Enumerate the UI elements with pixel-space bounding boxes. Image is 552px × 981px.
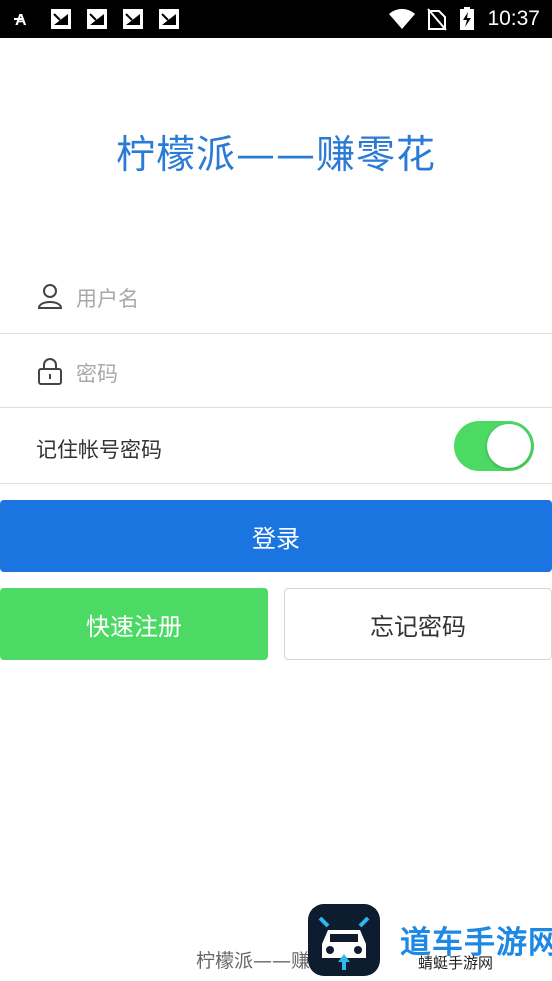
username-field[interactable]: 用户名 — [0, 260, 552, 334]
status-time: 10:37 — [487, 7, 540, 30]
login-button[interactable]: 登录 — [0, 500, 552, 572]
svg-text:A: A — [15, 12, 27, 29]
status-left: A — [14, 8, 194, 30]
notification-app-icon — [51, 9, 71, 29]
wifi-icon — [389, 8, 416, 29]
status-bar: A 10:37 — [0, 0, 552, 38]
app-title: 柠檬派——赚零花 — [115, 133, 436, 178]
forgot-password-button[interactable]: 忘记密码 — [284, 588, 552, 660]
lock-icon — [38, 358, 62, 385]
toggle-knob — [487, 424, 531, 468]
notification-app-icon — [87, 9, 107, 29]
password-field[interactable]: 密码 — [0, 334, 552, 408]
password-placeholder: 密码 — [76, 362, 118, 386]
watermark-logo — [308, 904, 380, 976]
battery-charging-icon — [460, 7, 475, 30]
font-a-icon: A — [14, 12, 27, 29]
username-placeholder: 用户名 — [76, 287, 139, 311]
notification-app-icon — [159, 9, 179, 29]
register-button[interactable]: 快速注册 — [0, 588, 268, 660]
remember-label: 记住帐号密码 — [36, 438, 162, 462]
notification-app-icon — [123, 9, 143, 29]
car-logo-icon — [318, 916, 370, 970]
footer-text: 柠檬派——赚 — [196, 950, 311, 972]
remember-toggle[interactable] — [454, 421, 534, 471]
user-icon — [37, 284, 63, 309]
status-right: 10:37 — [377, 6, 540, 32]
watermark-sub: 蜻蜓手游网 — [418, 954, 494, 972]
no-sim-icon — [427, 8, 448, 31]
